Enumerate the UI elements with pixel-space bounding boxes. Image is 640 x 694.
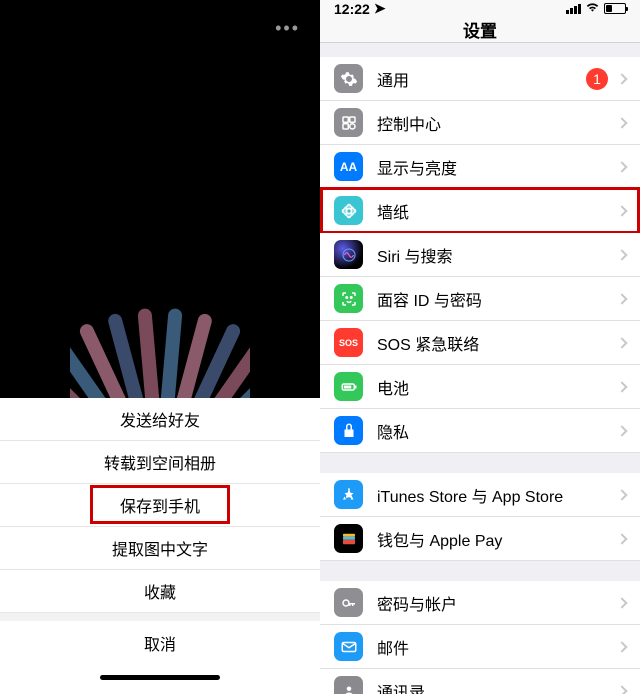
right-phone: 12:22 ➤ 设置 通用1 控制中心 AA 显示与亮度墙纸 Siri 与搜索面容 ID… — [320, 0, 640, 694]
siri-icon — [334, 240, 363, 269]
row-label: iTunes Store 与 App Store — [377, 483, 618, 507]
action-1[interactable]: 转载到空间相册 — [0, 441, 320, 484]
row-label: 面容 ID 与密码 — [377, 287, 618, 311]
settings-row-gear[interactable]: 通用1 — [320, 57, 640, 101]
contacts-icon — [334, 676, 363, 694]
wifi-icon — [585, 1, 600, 16]
image-preview: ••• — [0, 0, 320, 398]
row-label: 密码与帐户 — [377, 591, 618, 615]
display-icon: AA — [334, 152, 363, 181]
row-label: 钱包与 Apple Pay — [377, 527, 618, 551]
chevron-right-icon — [616, 293, 627, 304]
chevron-right-icon — [616, 641, 627, 652]
page-title: 设置 — [320, 17, 640, 43]
mail-icon — [334, 632, 363, 661]
fan-image — [70, 298, 250, 398]
action-4[interactable]: 收藏 — [0, 570, 320, 613]
chevron-right-icon — [616, 161, 627, 172]
settings-row-control-center[interactable]: 控制中心 — [320, 101, 640, 145]
appstore-icon — [334, 480, 363, 509]
settings-row-passwords[interactable]: 密码与帐户 — [320, 581, 640, 625]
settings-row-display[interactable]: AA 显示与亮度 — [320, 145, 640, 189]
status-time: 12:22 — [334, 1, 370, 17]
settings-row-battery[interactable]: 电池 — [320, 365, 640, 409]
chevron-right-icon — [616, 249, 627, 260]
battery-icon — [334, 372, 363, 401]
action-0[interactable]: 发送给好友 — [0, 398, 320, 441]
chevron-right-icon — [616, 533, 627, 544]
row-label: Siri 与搜索 — [377, 243, 618, 267]
row-label: 隐私 — [377, 419, 618, 443]
status-bar: 12:22 ➤ — [320, 0, 640, 17]
action-sheet: 发送给好友转载到空间相册保存到手机提取图中文字收藏取消 — [0, 398, 320, 694]
left-phone: ••• 发送给好友转载到空间相册保存到手机提取图中文字收藏取消 — [0, 0, 320, 694]
settings-row-mail[interactable]: 邮件 — [320, 625, 640, 669]
settings-row-sos[interactable]: SOS SOS 紧急联络 — [320, 321, 640, 365]
faceid-icon — [334, 284, 363, 313]
chevron-right-icon — [616, 597, 627, 608]
wallpaper-icon — [334, 196, 363, 225]
signal-icon — [566, 4, 581, 14]
badge: 1 — [586, 68, 608, 90]
cancel-button[interactable]: 取消 — [0, 621, 320, 664]
chevron-right-icon — [616, 425, 627, 436]
gear-icon — [334, 64, 363, 93]
settings-row-appstore[interactable]: iTunes Store 与 App Store — [320, 473, 640, 517]
passwords-icon — [334, 588, 363, 617]
wallet-icon — [334, 524, 363, 553]
row-label: 电池 — [377, 375, 618, 399]
chevron-right-icon — [616, 489, 627, 500]
settings-row-siri[interactable]: Siri 与搜索 — [320, 233, 640, 277]
settings-row-faceid[interactable]: 面容 ID 与密码 — [320, 277, 640, 321]
more-icon[interactable]: ••• — [275, 18, 300, 39]
chevron-right-icon — [616, 117, 627, 128]
row-label: 邮件 — [377, 635, 618, 659]
action-3[interactable]: 提取图中文字 — [0, 527, 320, 570]
chevron-right-icon — [616, 73, 627, 84]
row-label: 显示与亮度 — [377, 155, 618, 179]
control-center-icon — [334, 108, 363, 137]
row-label: 控制中心 — [377, 111, 618, 135]
chevron-right-icon — [616, 685, 627, 694]
sos-icon: SOS — [334, 328, 363, 357]
chevron-right-icon — [616, 337, 627, 348]
row-label: SOS 紧急联络 — [377, 331, 618, 355]
settings-list: 通用1 控制中心 AA 显示与亮度墙纸 Siri 与搜索面容 ID 与密码 SOS SOS … — [320, 43, 640, 694]
chevron-right-icon — [616, 205, 627, 216]
row-label: 通用 — [377, 67, 586, 91]
battery-icon — [604, 3, 626, 14]
settings-row-wallpaper[interactable]: 墙纸 — [320, 189, 640, 233]
home-indicator — [0, 664, 320, 690]
settings-row-wallet[interactable]: 钱包与 Apple Pay — [320, 517, 640, 561]
row-label: 通讯录 — [377, 679, 618, 694]
settings-row-privacy[interactable]: 隐私 — [320, 409, 640, 453]
privacy-icon — [334, 416, 363, 445]
chevron-right-icon — [616, 381, 627, 392]
location-icon: ➤ — [374, 0, 386, 17]
row-label: 墙纸 — [377, 199, 618, 223]
action-2[interactable]: 保存到手机 — [0, 484, 320, 527]
settings-row-contacts[interactable]: 通讯录 — [320, 669, 640, 694]
